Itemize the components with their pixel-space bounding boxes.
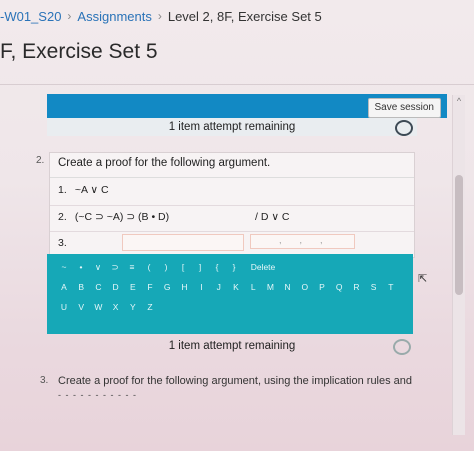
letter-key[interactable]: L (246, 282, 260, 292)
scrollbar[interactable]: ^ (452, 95, 465, 435)
symbol-key[interactable]: ) (159, 262, 173, 272)
letter-key[interactable]: B (74, 282, 88, 292)
status-circle-icon (395, 120, 413, 136)
letter-key[interactable]: J (212, 282, 226, 292)
mouse-cursor-icon: ⇱ (418, 273, 428, 285)
divider (0, 84, 474, 85)
truncated-text: - - - - - - - - - - - (58, 390, 137, 400)
letter-key[interactable]: Q (332, 282, 346, 292)
delete-key[interactable]: Delete (243, 262, 283, 272)
attempts-remaining: 1 item attempt remaining (47, 118, 417, 136)
symbol-key[interactable]: ~ (57, 262, 71, 272)
proof-line-1: 1. ~A ∨ C (58, 184, 109, 196)
letter-key[interactable]: K (229, 282, 243, 292)
letter-key[interactable]: S (367, 282, 381, 292)
letter-key[interactable]: Z (143, 302, 157, 312)
breadcrumb-course-link[interactable]: -W01_S20 (0, 9, 61, 24)
proof-card: Create a proof for the following argumen… (49, 152, 415, 258)
letter-key[interactable]: O (298, 282, 312, 292)
symbol-key[interactable]: ∨ (91, 262, 105, 273)
conclusion-text: / D ∨ C (255, 211, 290, 223)
symbol-key[interactable]: ⊃ (108, 262, 122, 273)
page-title: F, Exercise Set 5 (0, 40, 158, 63)
breadcrumb-assignments-link[interactable]: Assignments (77, 9, 151, 24)
letter-key[interactable]: Y (126, 302, 140, 312)
scrollbar-thumb[interactable] (455, 175, 463, 295)
letter-key[interactable]: U (57, 302, 71, 312)
letter-key[interactable]: F (143, 282, 157, 292)
breadcrumb-separator: › (67, 9, 72, 23)
question-prompt: Create a proof for the following argumen… (58, 157, 271, 169)
premise-formula: ~A ∨ C (74, 184, 109, 196)
breadcrumb: -W01_S20 › Assignments › Level 2, 8F, Ex… (0, 6, 474, 26)
save-session-button[interactable]: Save session (367, 98, 441, 118)
breadcrumb-current: Level 2, 8F, Exercise Set 5 (167, 8, 322, 24)
symbol-key[interactable]: [ (176, 262, 190, 272)
question-prompt: Create a proof for the following argumen… (58, 375, 413, 387)
divider (50, 205, 414, 206)
symbol-key[interactable]: ≡ (125, 262, 139, 272)
letter-key[interactable]: W (91, 302, 105, 312)
symbol-key[interactable]: } (227, 262, 241, 272)
letter-key[interactable]: T (384, 282, 398, 292)
premise-formula: (~C ⊃ ~A) ⊃ (B • D) (74, 211, 170, 223)
line-number: 2. (58, 211, 67, 223)
letter-key[interactable]: X (109, 302, 123, 312)
attempts-remaining: 1 item attempt remaining (168, 340, 296, 352)
letter-key[interactable]: D (109, 282, 123, 292)
letter-key[interactable]: M (263, 282, 277, 292)
line-number: 3. (58, 237, 67, 249)
letter-key[interactable]: V (74, 302, 88, 312)
letter-key[interactable]: I (195, 282, 209, 292)
symbol-key[interactable]: { (210, 262, 224, 272)
breadcrumb-separator: › (157, 9, 162, 23)
letter-key[interactable]: R (349, 282, 363, 292)
letter-key[interactable]: H (177, 282, 191, 292)
formula-input[interactable] (122, 234, 244, 251)
letter-key[interactable]: A (57, 282, 71, 292)
letter-key[interactable]: G (160, 282, 174, 292)
line-number: 1. (58, 184, 67, 196)
letter-key[interactable]: N (281, 282, 295, 292)
letter-key[interactable]: E (126, 282, 140, 292)
symbol-key[interactable]: ] (193, 262, 207, 272)
symbol-keyboard: ~ • ∨ ⊃ ≡()[]{} Delete A B C D E F G H I J K L M N O P Q R S T U V W… (47, 254, 413, 334)
status-circle-icon (393, 339, 411, 355)
letter-key[interactable]: P (315, 282, 329, 292)
question-number: 2. (36, 155, 45, 166)
scroll-up-arrow-icon[interactable]: ^ (453, 95, 465, 107)
divider (50, 231, 414, 232)
session-bar: Save session (47, 94, 447, 118)
symbol-key[interactable]: ( (142, 262, 156, 272)
symbol-key[interactable]: • (74, 262, 88, 272)
question-number: 3. (40, 375, 49, 386)
justification-input[interactable]: ,,, (250, 234, 355, 249)
proof-line-2: 2. (~C ⊃ ~A) ⊃ (B • D) (58, 211, 169, 223)
letter-key[interactable]: C (91, 282, 105, 292)
divider (50, 177, 414, 178)
